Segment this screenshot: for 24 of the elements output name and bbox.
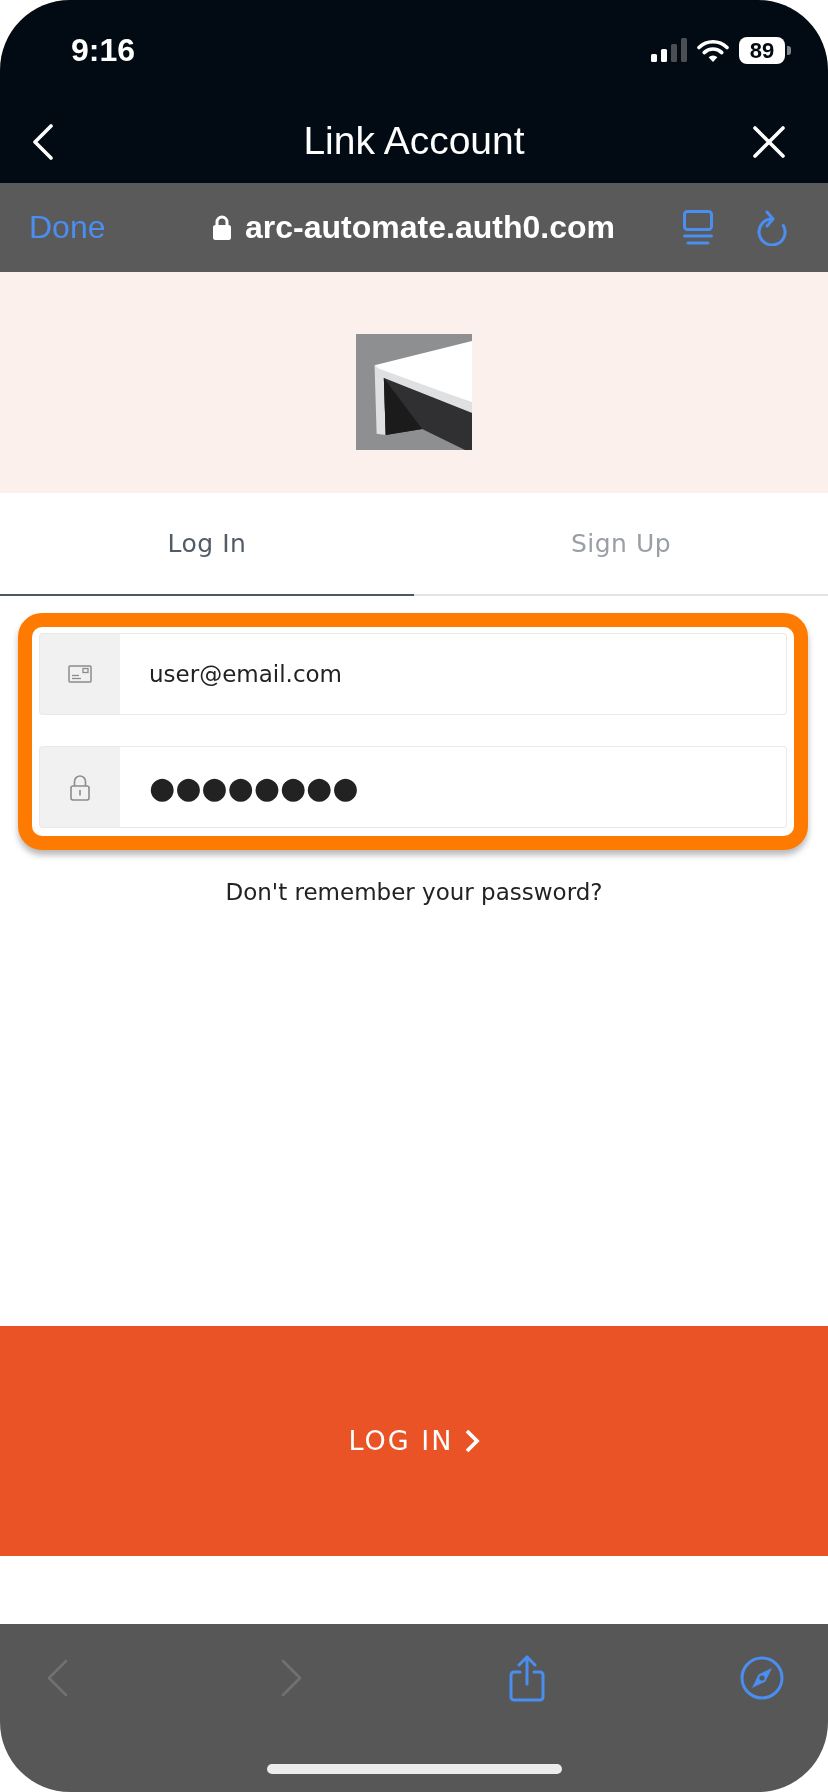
wifi-icon	[697, 38, 729, 62]
compass-icon	[740, 1656, 784, 1700]
page-title: Link Account	[303, 120, 525, 163]
logo-icon	[356, 334, 472, 450]
page-layout-icon	[683, 210, 713, 245]
chevron-left-icon	[46, 1659, 68, 1697]
back-button[interactable]	[32, 123, 54, 160]
close-button[interactable]	[753, 125, 785, 158]
chevron-left-icon	[32, 123, 54, 160]
share-icon	[507, 1654, 547, 1702]
reload-button[interactable]	[756, 209, 788, 246]
close-icon	[753, 125, 785, 158]
signal-icon	[651, 38, 687, 62]
address-text[interactable]: arc-automate.auth0.com	[245, 208, 615, 247]
status-time: 9:16	[71, 34, 136, 66]
lock-icon	[213, 214, 232, 241]
page-menu-button[interactable]	[683, 210, 713, 245]
log-in-button[interactable]: LOG IN	[0, 1326, 828, 1556]
battery-indicator: 89	[739, 36, 791, 64]
reload-icon	[756, 209, 788, 246]
chevron-right-icon	[281, 1659, 303, 1697]
forgot-password-link[interactable]: Don't remember your password?	[0, 878, 828, 906]
chevron-right-icon	[463, 1429, 480, 1453]
tab[interactable]: Log In	[0, 493, 414, 596]
